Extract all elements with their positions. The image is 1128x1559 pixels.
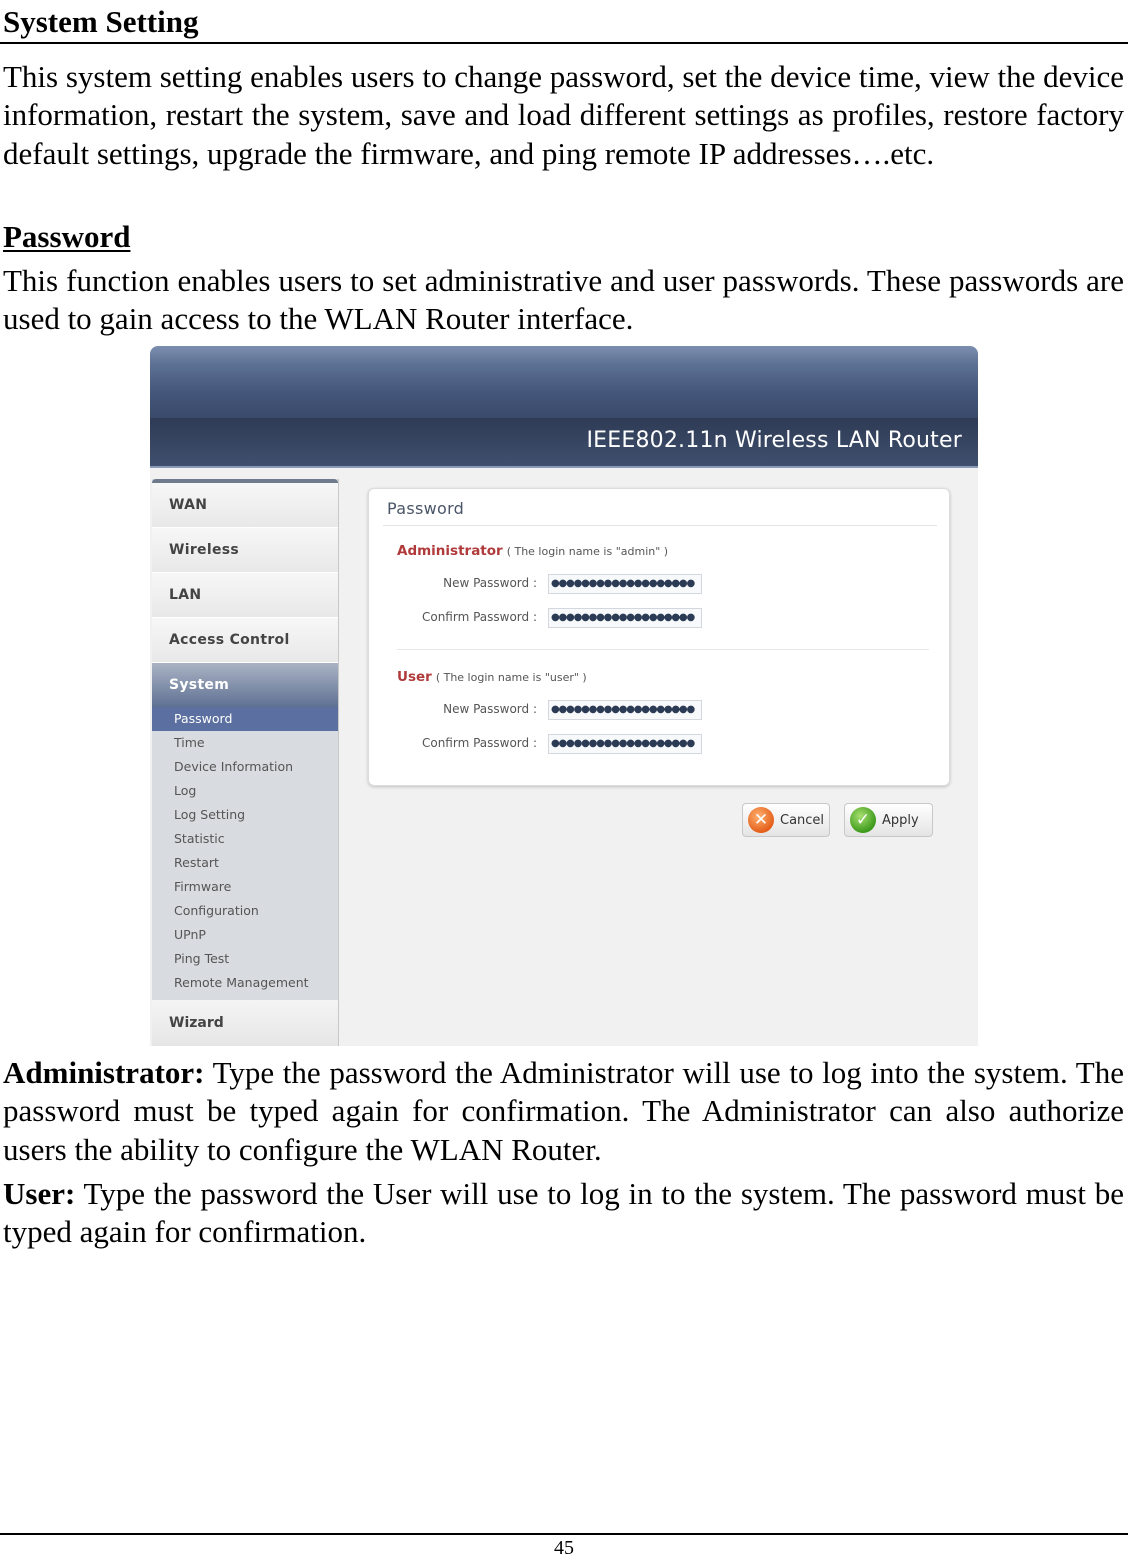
- menu-item-wireless[interactable]: Wireless: [152, 528, 338, 573]
- banner: [150, 346, 978, 418]
- cancel-x-icon: ✕: [748, 807, 774, 833]
- user-confirm-password-input[interactable]: ●●●●●●●●●●●●●●●●●●●: [548, 734, 702, 754]
- system-submenu: Password Time Device Information Log Log…: [152, 707, 338, 997]
- submenu-ping-test[interactable]: Ping Test: [152, 947, 338, 971]
- intro-paragraph: This system setting enables users to cha…: [3, 59, 1124, 171]
- menu-item-lan[interactable]: LAN: [152, 573, 338, 618]
- heading-rule: [0, 42, 1128, 44]
- menu-item-system[interactable]: System: [152, 663, 338, 707]
- admin-login-note: ( The login name is "admin" ): [506, 545, 669, 558]
- submenu-time[interactable]: Time: [152, 731, 338, 755]
- submenu-log[interactable]: Log: [152, 779, 338, 803]
- submenu-log-setting[interactable]: Log Setting: [152, 803, 338, 827]
- menu-item-access-control[interactable]: Access Control: [152, 618, 338, 663]
- submenu-configuration[interactable]: Configuration: [152, 899, 338, 923]
- subsection-heading: Password: [3, 219, 131, 254]
- user-new-password-input[interactable]: ●●●●●●●●●●●●●●●●●●●: [548, 700, 702, 720]
- cancel-button[interactable]: ✕ Cancel: [742, 803, 830, 837]
- panel-divider: [383, 525, 937, 526]
- user-title: User: [397, 669, 432, 685]
- submenu-remote-management[interactable]: Remote Management: [152, 971, 338, 995]
- admin-new-password-input[interactable]: ●●●●●●●●●●●●●●●●●●●: [548, 574, 702, 594]
- submenu-statistic[interactable]: Statistic: [152, 827, 338, 851]
- menu-item-wan[interactable]: WAN: [152, 483, 338, 528]
- user-confirm-password-label: Confirm Password :: [421, 736, 537, 750]
- apply-check-icon: ✓: [850, 807, 876, 833]
- cancel-label: Cancel: [780, 812, 825, 828]
- user-text: Type the password the User will use to l…: [3, 1176, 1124, 1250]
- section-heading: System Setting: [3, 4, 199, 39]
- user-new-password-value: ●●●●●●●●●●●●●●●●●●●: [551, 704, 695, 715]
- router-screenshot: IEEE802.11n Wireless LAN Router WAN Wire…: [150, 346, 978, 1046]
- user-description: User: Type the password the User will us…: [3, 1175, 1124, 1252]
- submenu-firmware[interactable]: Firmware: [152, 875, 338, 899]
- apply-button[interactable]: ✓ Apply: [844, 803, 933, 837]
- menu-item-wizard[interactable]: Wizard: [152, 1000, 338, 1046]
- submenu-upnp[interactable]: UPnP: [152, 923, 338, 947]
- password-panel: Password Administrator( The login name i…: [368, 488, 950, 786]
- admin-confirm-password-label: Confirm Password :: [421, 610, 537, 624]
- administrator-term: Administrator:: [3, 1055, 205, 1090]
- admin-new-password-label: New Password :: [443, 576, 537, 590]
- user-login-note: ( The login name is "user" ): [435, 671, 587, 684]
- admin-new-password-value: ●●●●●●●●●●●●●●●●●●●: [551, 578, 695, 589]
- banner-title: IEEE802.11n Wireless LAN Router: [586, 428, 962, 453]
- user-new-password-label: New Password :: [443, 702, 537, 716]
- section-divider: [397, 649, 929, 650]
- user-section-title: User( The login name is "user" ): [397, 669, 587, 685]
- admin-confirm-password-value: ●●●●●●●●●●●●●●●●●●●: [551, 612, 695, 623]
- panel-title: Password: [387, 499, 465, 518]
- apply-label: Apply: [882, 812, 919, 828]
- sidebar-menu: WAN Wireless LAN Access Control System P…: [152, 479, 339, 1046]
- footer-rule: [0, 1533, 1128, 1535]
- page-number: 45: [554, 1537, 574, 1559]
- admin-title: Administrator: [397, 543, 503, 559]
- user-term: User:: [3, 1176, 76, 1211]
- submenu-restart[interactable]: Restart: [152, 851, 338, 875]
- user-confirm-password-value: ●●●●●●●●●●●●●●●●●●●: [551, 738, 695, 749]
- password-description: This function enables users to set admin…: [3, 263, 1124, 337]
- submenu-device-information[interactable]: Device Information: [152, 755, 338, 779]
- admin-section-title: Administrator( The login name is "admin"…: [397, 543, 668, 559]
- submenu-password[interactable]: Password: [152, 707, 338, 731]
- admin-confirm-password-input[interactable]: ●●●●●●●●●●●●●●●●●●●: [548, 608, 702, 628]
- administrator-description: Administrator: Type the password the Adm…: [3, 1054, 1124, 1169]
